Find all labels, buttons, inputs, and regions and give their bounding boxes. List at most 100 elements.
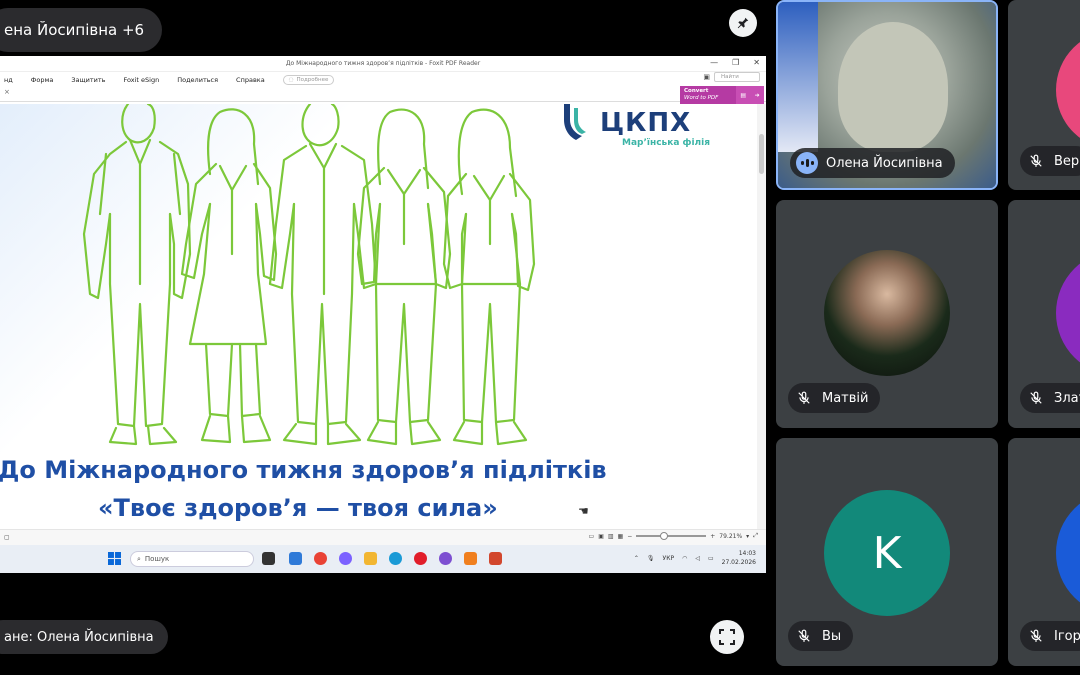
teen-figure — [180, 108, 278, 444]
edge-icon[interactable] — [389, 552, 402, 565]
pdf-statusbar: ▢ ▭ ▣ ▥ ▦ − + 79.21% ▾ ⤢ — [0, 529, 766, 545]
hand-cursor-icon: ☚ — [578, 504, 589, 518]
mic-off-icon — [794, 388, 814, 408]
menu-item-form[interactable]: Форма — [31, 76, 54, 84]
foxit-icon[interactable] — [464, 552, 477, 565]
viber-icon[interactable] — [439, 552, 452, 565]
presentation-stage: ена Йосипівна +6 До Міжнародного тижня з… — [0, 0, 768, 675]
help-search[interactable]: ◌ Подробнее — [282, 75, 335, 85]
video-feed — [778, 2, 818, 152]
zoom-in-icon[interactable]: + — [710, 533, 715, 540]
taskbar-search[interactable]: ⌕ Пошук — [130, 551, 254, 567]
close-icon[interactable]: ✕ — [753, 58, 760, 67]
clock[interactable]: 14:03 27.02.2026 — [722, 549, 756, 567]
pdf-titlebar: До Міжнародного тижня здоров’я підлітків… — [0, 56, 766, 72]
participant-tile[interactable]: K Вы — [776, 438, 998, 666]
fullscreen-icon — [719, 629, 735, 645]
clock-time: 14:03 — [738, 550, 756, 557]
menu-item-esign[interactable]: Foxit eSign — [123, 76, 159, 84]
find-input[interactable]: Найти — [714, 72, 760, 82]
battery-icon[interactable]: ▭ — [708, 555, 714, 562]
menu-item-protect[interactable]: Защитить — [71, 76, 105, 84]
zoom-dropdown-icon[interactable]: ▾ — [746, 533, 749, 540]
taskbar-search-label: Пошук — [144, 555, 170, 563]
scroll-thumb[interactable] — [759, 134, 764, 174]
task-view-icon[interactable] — [262, 552, 275, 565]
participant-name: Вы — [822, 628, 842, 644]
participant-name-chip: Ігор — [1020, 621, 1080, 651]
avatar — [1056, 250, 1080, 376]
mic-tray-icon[interactable]: 🎙 — [647, 555, 655, 562]
participant-tile[interactable]: Ігор — [1008, 438, 1080, 666]
pin-icon — [737, 17, 749, 29]
find-placeholder: Найти — [721, 74, 739, 80]
tab-close-icon[interactable]: × — [4, 88, 10, 96]
minimize-icon[interactable]: — — [710, 58, 718, 67]
slide: ЦКПХ Мар’їнська філія До Міжнародного ти… — [0, 104, 757, 529]
presenting-label: ане: Олена Йосипівна — [4, 629, 154, 645]
windows-start-icon[interactable] — [108, 552, 121, 565]
teens-illustration — [82, 104, 536, 446]
presenter-chip[interactable]: ена Йосипівна +6 — [0, 8, 163, 52]
participant-tile[interactable]: Олена Йосипівна — [776, 0, 998, 190]
presenting-chip: ане: Олена Йосипівна — [0, 620, 168, 654]
help-search-placeholder: Подробнее — [296, 77, 329, 83]
view-continuous-icon[interactable]: ▣ — [598, 533, 604, 540]
fit-page-icon[interactable]: ⤢ — [753, 532, 758, 540]
restore-icon[interactable]: ❐ — [732, 58, 739, 67]
windows-taskbar: ⌕ Пошук ⌃ 🎙 УКР ◠ ◁ ▭ 14:03 27.02.2026 — [0, 545, 766, 573]
zoom-level: 79.21% — [719, 532, 743, 540]
zoom-out-icon[interactable]: − — [627, 533, 632, 540]
store-icon[interactable] — [289, 552, 302, 565]
wifi-icon[interactable]: ◠ — [682, 555, 687, 562]
avatar — [824, 250, 950, 376]
participant-tile[interactable]: Вер — [1008, 0, 1080, 190]
zoom-slider[interactable] — [636, 532, 707, 540]
participant-name-chip: Вер — [1020, 146, 1080, 176]
lightbulb-icon: ◌ — [288, 77, 294, 83]
chrome-icon[interactable] — [314, 552, 327, 565]
participant-tile[interactable]: Матвій — [776, 200, 998, 428]
page-icon: ▢ — [4, 534, 10, 541]
menu-item-0[interactable]: нд — [4, 76, 13, 84]
participant-name-chip: Олена Йосипівна — [790, 148, 955, 178]
participant-name: Матвій — [822, 390, 869, 406]
volume-icon[interactable]: ◁ — [695, 555, 700, 562]
participant-tile[interactable]: Злат — [1008, 200, 1080, 428]
participant-name-chip: Вы — [788, 621, 854, 651]
window-controls: — ❐ ✕ — [710, 58, 760, 67]
logo-text: ЦКПХ — [600, 108, 692, 138]
mic-off-icon — [1026, 388, 1046, 408]
convert-icons[interactable]: ▤ ➜ — [736, 86, 764, 104]
search-icon: ⌕ — [137, 554, 141, 563]
menu-item-share[interactable]: Поделиться — [177, 76, 218, 84]
copilot-icon[interactable] — [339, 552, 352, 565]
opera-icon[interactable] — [414, 552, 427, 565]
window-title: До Міжнародного тижня здоров’я підлітків… — [285, 60, 481, 67]
powerpoint-icon[interactable] — [489, 552, 502, 565]
pin-button[interactable] — [729, 9, 757, 37]
view-grid-icon[interactable]: ▦ — [618, 533, 624, 540]
view-facing-icon[interactable]: ▥ — [608, 533, 614, 540]
mic-off-icon — [794, 626, 814, 646]
shared-screen: До Міжнародного тижня здоров’я підлітків… — [0, 56, 766, 573]
pdf-scrollbar[interactable] — [757, 104, 766, 529]
slide-title-line2: «Твоє здоров’я — твоя сила» — [98, 494, 498, 522]
keyboard-lang[interactable]: УКР — [663, 555, 675, 562]
participant-name: Ігор — [1054, 628, 1080, 644]
tray-chevron-icon[interactable]: ⌃ — [634, 555, 639, 562]
tool-icon[interactable]: ▣ — [703, 73, 710, 81]
fullscreen-button[interactable] — [710, 620, 744, 654]
convert-banner[interactable]: Convert Word to PDF — [680, 86, 736, 104]
menu-item-help[interactable]: Справка — [236, 76, 265, 84]
participant-name: Злат — [1054, 390, 1080, 406]
convert-title: Convert — [684, 88, 709, 94]
view-single-icon[interactable]: ▭ — [589, 533, 595, 540]
folder-icon[interactable] — [364, 552, 377, 565]
speaking-indicator-icon — [796, 152, 818, 174]
participant-name-chip: Злат — [1020, 383, 1080, 413]
zoom-controls: ▭ ▣ ▥ ▦ − + 79.21% ▾ ⤢ — [589, 532, 758, 540]
zoom-knob[interactable] — [660, 532, 669, 540]
meet-window: ена Йосипівна +6 До Міжнародного тижня з… — [0, 0, 1080, 675]
avatar: K — [824, 490, 950, 616]
